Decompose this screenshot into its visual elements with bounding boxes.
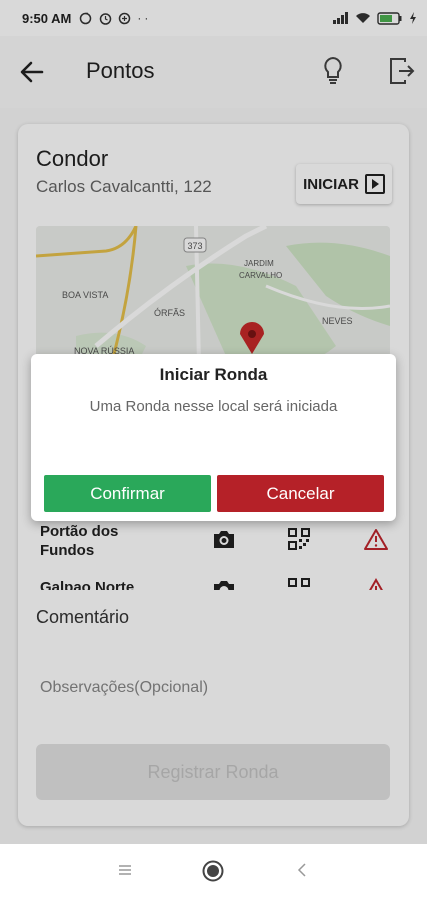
start-round-dialog: Iniciar Ronda Uma Ronda nesse local será… [31,354,396,521]
dialog-message: Uma Ronda nesse local será iniciada [89,398,338,415]
cancel-button[interactable]: Cancelar [217,475,384,512]
home-icon[interactable] [202,860,224,882]
system-nav-bar [0,844,427,900]
menu-icon[interactable] [118,864,132,876]
confirm-button[interactable]: Confirmar [44,475,211,512]
dialog-title: Iniciar Ronda [159,365,268,384]
nav-back-icon[interactable] [296,862,308,878]
